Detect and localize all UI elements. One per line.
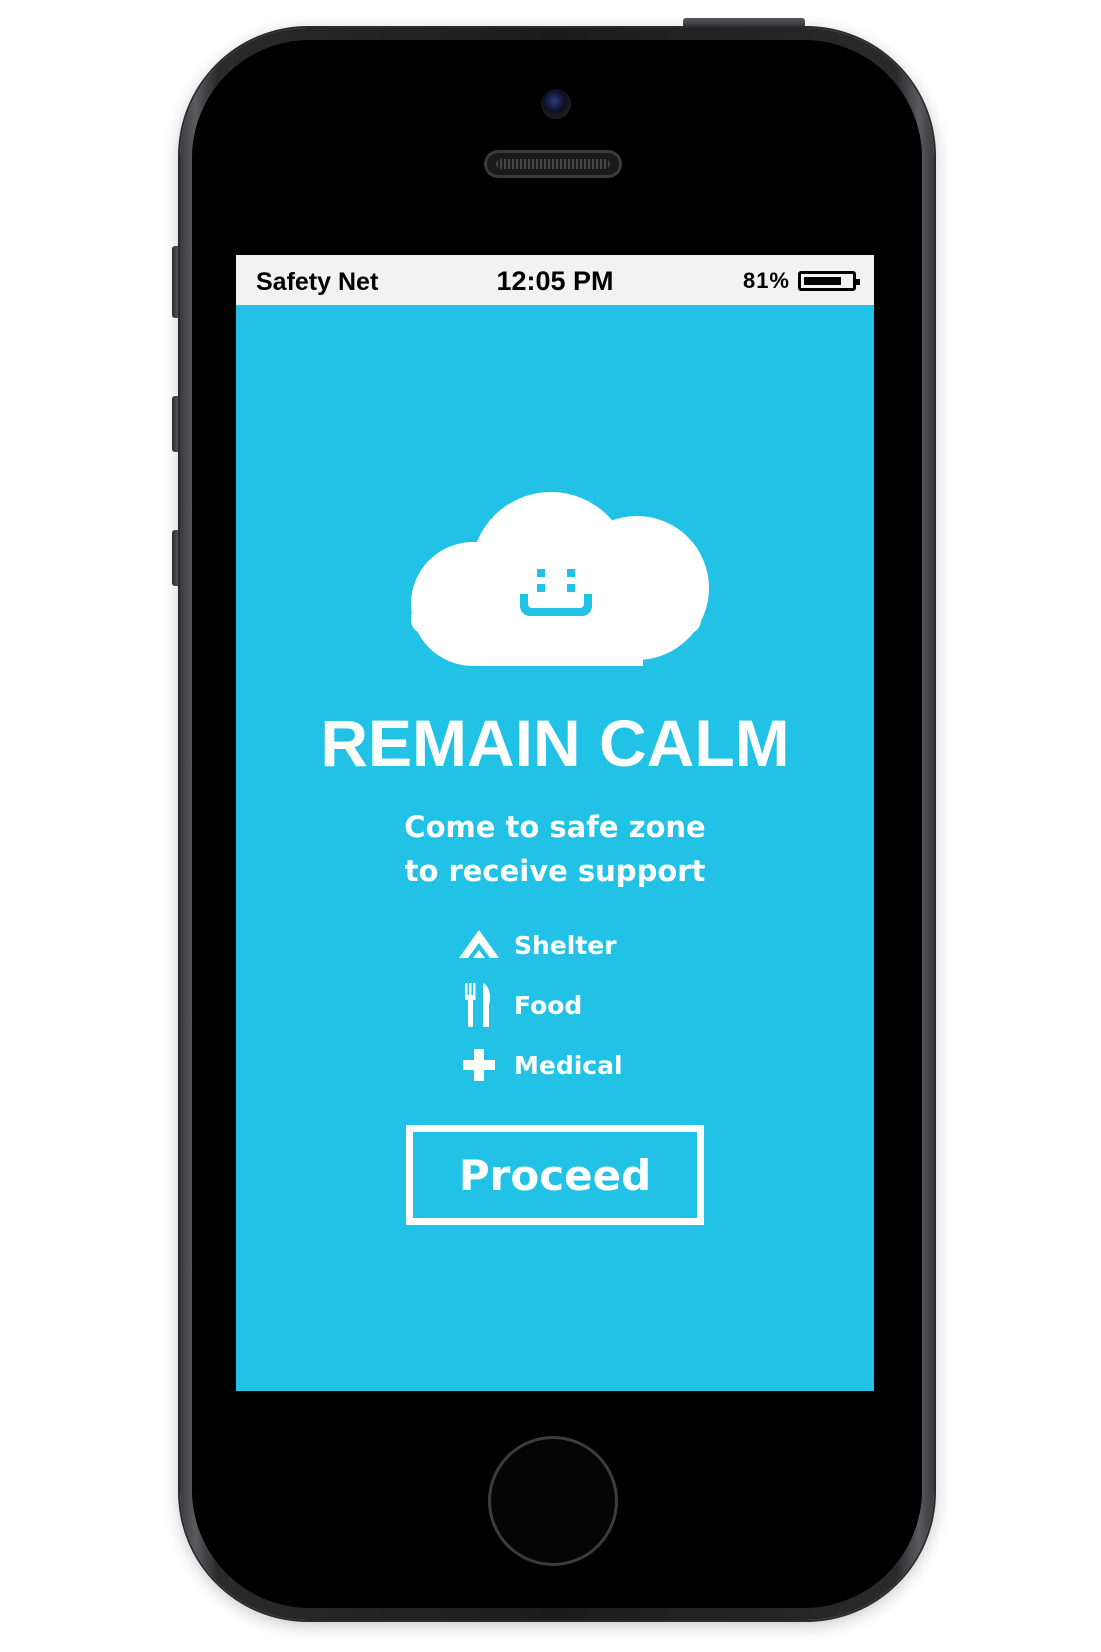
app-screen: Safety Net 12:05 PM 81% REMAIN CALM Come… — [236, 255, 874, 1391]
feature-label-food: Food — [514, 990, 583, 1020]
list-item-medical: Medical — [458, 1035, 718, 1095]
page: Safety Net 12:05 PM 81% REMAIN CALM Come… — [0, 0, 1101, 1652]
front-camera — [541, 89, 571, 119]
feature-label-medical: Medical — [514, 1050, 623, 1080]
headline: REMAIN CALM — [320, 706, 790, 780]
battery-status: 81% — [742, 268, 860, 294]
subtitle-line-1: Come to safe zone — [404, 810, 706, 844]
battery-icon — [798, 271, 860, 291]
battery-percent: 81% — [742, 268, 790, 293]
proceed-button[interactable]: Proceed — [406, 1125, 704, 1225]
list-item-food: Food — [458, 975, 718, 1035]
smiling-cloud-icon — [403, 492, 709, 666]
services-list: Shelter Food Medical — [458, 915, 718, 1095]
medical-cross-icon — [458, 1041, 500, 1089]
list-item-shelter: Shelter — [458, 915, 718, 975]
status-bar: Safety Net 12:05 PM 81% — [236, 255, 874, 305]
earpiece-speaker — [484, 150, 622, 178]
battery-fill — [804, 277, 842, 285]
battery-tip — [856, 279, 860, 285]
shelter-icon — [458, 921, 500, 969]
home-button[interactable] — [488, 1436, 618, 1566]
subtitle: Come to safe zone to receive support — [236, 805, 874, 893]
subtitle-line-2: to receive support — [404, 854, 706, 888]
cloud-svg — [411, 492, 709, 666]
feature-label-shelter: Shelter — [514, 930, 617, 960]
fork-knife-icon — [458, 981, 500, 1029]
